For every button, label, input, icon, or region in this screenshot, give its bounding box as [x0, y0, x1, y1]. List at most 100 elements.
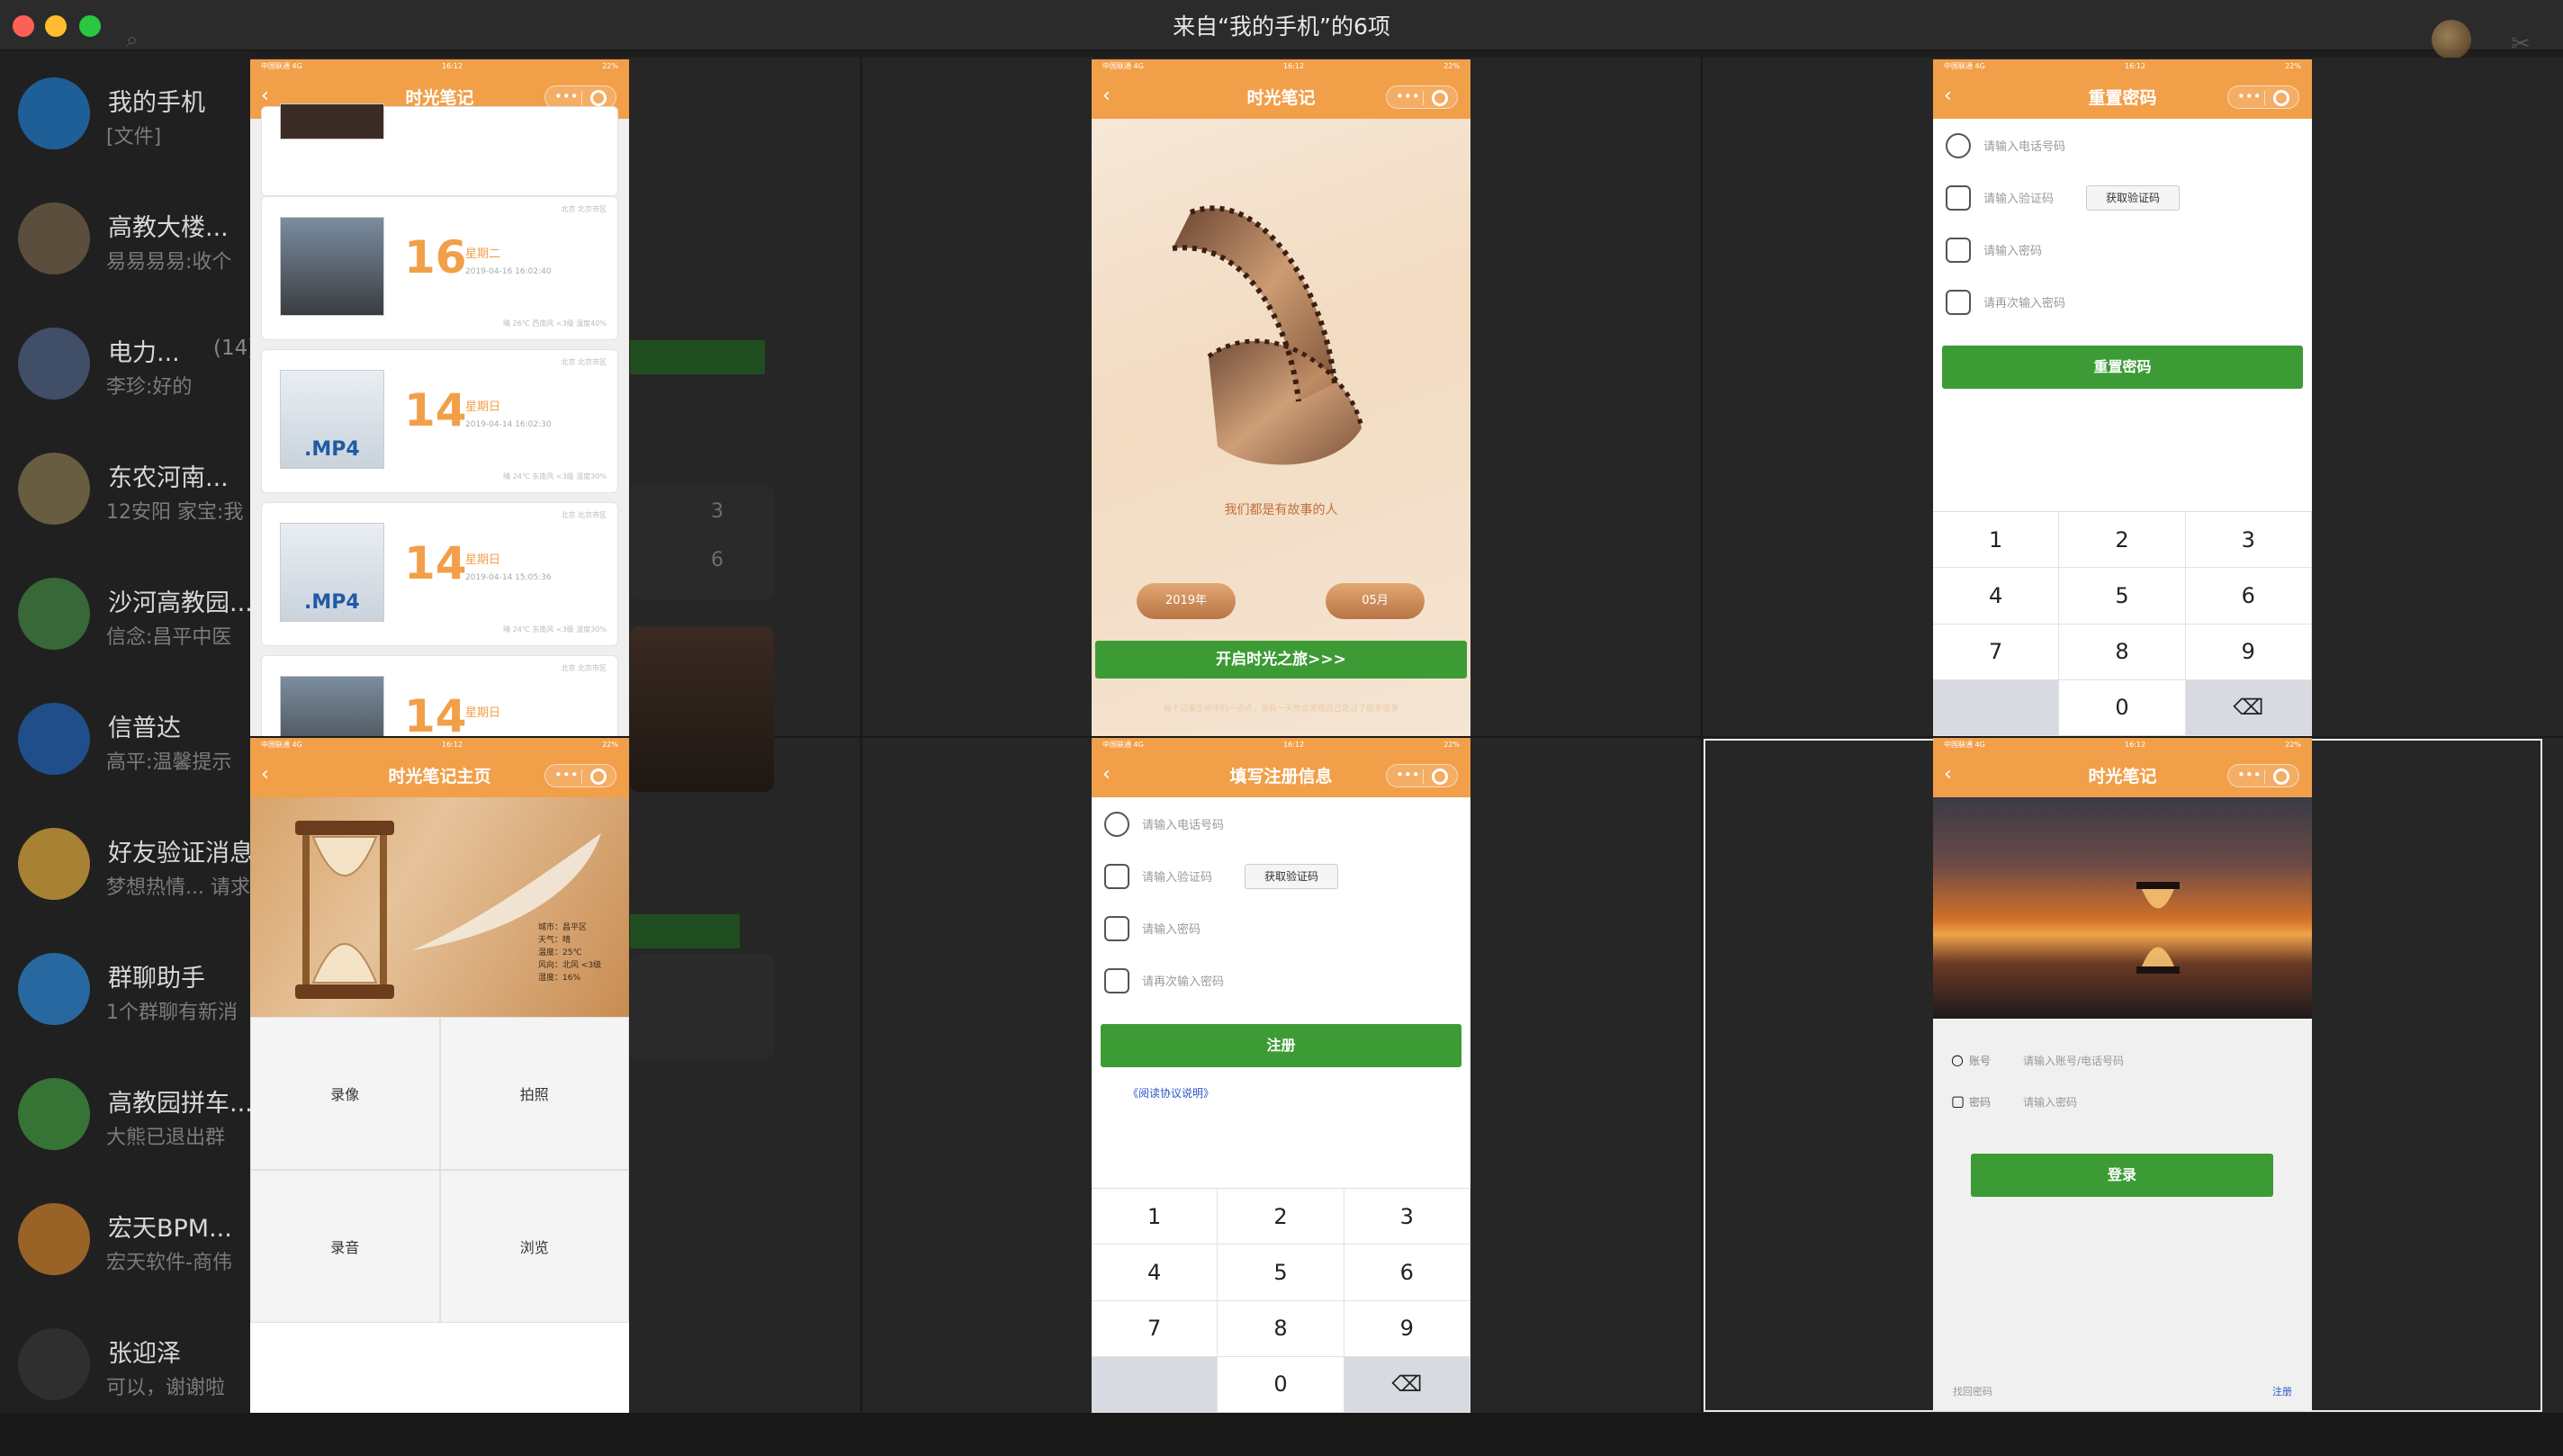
keypad-key[interactable]: 6: [2185, 568, 2312, 625]
last-message: 梦想热情... 请求: [106, 876, 250, 899]
more-icon[interactable]: •••: [2237, 88, 2262, 104]
capsule-menu[interactable]: •••: [2227, 85, 2299, 109]
keypad-key[interactable]: 9: [1344, 1300, 1470, 1357]
feature-tile[interactable]: 浏览: [439, 1170, 629, 1323]
start-journey-button[interactable]: 开启时光之旅>>>: [1095, 641, 1467, 679]
account-input[interactable]: 请输入账号/电话号码: [2023, 1053, 2124, 1068]
note-card[interactable]: .MP4 14 星期日 2019-04-14 15:05:36 晴 24℃ 东南风 <3…: [261, 502, 618, 646]
chat-list-item[interactable]: 宏天BPM... 宏天软件-商伟: [0, 1183, 270, 1300]
feature-tile[interactable]: 拍照: [439, 1017, 629, 1170]
close-icon[interactable]: [590, 768, 607, 785]
keypad-key[interactable]: 1: [1933, 512, 2060, 569]
capsule-menu[interactable]: •••: [1386, 85, 1458, 109]
chat-list-item[interactable]: 信普达 高平:温馨提示: [0, 683, 270, 800]
confirm-password-field[interactable]: 请再次输入密码: [1933, 275, 2312, 328]
close-icon[interactable]: [2273, 768, 2289, 785]
weather-meta: 晴 24℃ 东南风 <3级 湿度30%: [503, 472, 607, 481]
user-icon: ○: [1951, 1051, 1964, 1068]
keypad-key[interactable]: 0: [2059, 679, 2186, 736]
feature-tile[interactable]: 录音: [250, 1170, 440, 1323]
keypad-key[interactable]: 8: [2059, 624, 2186, 680]
code-field[interactable]: 请输入验证码 获取验证码: [1092, 849, 1470, 902]
note-card[interactable]: .MP4 14 星期日 2019-04-14 16:02:30 晴 24℃ 东南风 <3…: [261, 349, 618, 493]
password-field[interactable]: 请输入密码: [1092, 902, 1470, 954]
keypad-key[interactable]: 7: [1092, 1300, 1219, 1357]
phone-screenshot-login[interactable]: 中国联通 4G 16:12 22% ‹ 时光笔记 ••• ○ 账号 请输入账号/…: [1933, 738, 2312, 1411]
register-button[interactable]: 注册: [1101, 1024, 1461, 1067]
keypad-key[interactable]: 5: [1218, 1245, 1344, 1301]
more-icon[interactable]: •••: [554, 767, 579, 783]
code-field[interactable]: 请输入验证码 获取验证码: [1933, 171, 2312, 223]
keypad-key[interactable]: 7: [1933, 624, 2060, 680]
chat-list-item[interactable]: 好友验证消息 梦想热情... 请求: [0, 808, 270, 925]
login-button[interactable]: 登录: [1971, 1154, 2273, 1197]
chat-list-item[interactable]: 东农河南... 12安阳 家宝:我: [0, 433, 270, 550]
list-item[interactable]: [261, 103, 618, 196]
carrier-text: 中国联通 4G: [261, 62, 302, 70]
reset-password-button[interactable]: 重置密码: [1942, 346, 2303, 389]
phone-screenshot-register[interactable]: 中国联通 4G 16:12 22% ‹ 填写注册信息 ••• 请输入电话号码 请…: [1092, 738, 1470, 1413]
more-icon[interactable]: •••: [1396, 88, 1420, 104]
password-field[interactable]: 请输入密码: [1933, 223, 2312, 275]
status-bar: 中国联通 4G 16:12 22%: [1092, 738, 1470, 752]
close-icon[interactable]: [1432, 768, 1448, 785]
keypad-key[interactable]: [1092, 1356, 1219, 1413]
capsule-menu[interactable]: •••: [1386, 764, 1458, 787]
keypad-key[interactable]: 2: [1218, 1189, 1344, 1245]
avatar: [18, 1328, 90, 1400]
chat-list-item[interactable]: 沙河高教园... 信念:昌平中医: [0, 558, 270, 675]
clock-text: 16:12: [1283, 62, 1305, 70]
get-code-button[interactable]: 获取验证码: [2086, 185, 2180, 211]
close-icon[interactable]: [590, 90, 607, 106]
year-picker[interactable]: 2019年: [1137, 583, 1236, 619]
chat-list-item[interactable]: 群聊助手 1个群聊有新消: [0, 933, 270, 1050]
chat-list-item[interactable]: 高教大楼... 易易易易:收个: [0, 183, 270, 300]
keypad-key[interactable]: 4: [1092, 1245, 1219, 1301]
keypad-key[interactable]: 5: [2059, 568, 2186, 625]
phone-screenshot-reset-password[interactable]: 中国联通 4G 16:12 22% ‹ 重置密码 ••• 请输入电话号码 请输入…: [1933, 59, 2312, 736]
phone-field[interactable]: 请输入电话号码: [1933, 119, 2312, 171]
backspace-key[interactable]: ⌫: [1344, 1356, 1470, 1413]
keypad-key[interactable]: 0: [1218, 1356, 1344, 1413]
agreement-link[interactable]: 《阅读协议说明》: [1128, 1085, 1214, 1101]
keypad-key[interactable]: 6: [1344, 1245, 1470, 1301]
keypad-key[interactable]: [1933, 679, 2060, 736]
chat-list-item[interactable]: 高教园拼车... 大熊已退出群: [0, 1058, 270, 1175]
password-input[interactable]: 请输入密码: [2023, 1094, 2077, 1110]
phone-screenshot-splash[interactable]: 中国联通 4G 16:12 22% ‹ 时光笔记 ••• 我们都是有故事的人 2…: [1092, 59, 1470, 736]
feature-tile[interactable]: 录像: [250, 1017, 440, 1170]
register-link[interactable]: 注册: [2272, 1384, 2292, 1398]
chat-list-item[interactable]: 电力... (14) 李珍:好的: [0, 308, 270, 425]
keypad-key[interactable]: 9: [2185, 624, 2312, 680]
note-card[interactable]: 16 星期二 2019-04-16 16:02:40 晴 26℃ 西南风 <3级 湿度…: [261, 196, 618, 340]
get-code-button[interactable]: 获取验证码: [1245, 864, 1338, 889]
phone-field[interactable]: 请输入电话号码: [1092, 797, 1470, 849]
divider: [1423, 91, 1424, 105]
footer-text: 每个记录生命中的一点点，总有一天你会发现自己走过了很多很多: [1163, 705, 1398, 714]
phone-screenshot-home[interactable]: 中国联通 4G 16:12 22% ‹ 时光笔记主页 ••• 城市：昌平区 天气：…: [250, 738, 629, 1413]
keypad-key[interactable]: 4: [1933, 568, 2060, 625]
keypad-key[interactable]: 8: [1218, 1300, 1344, 1357]
capsule-menu[interactable]: •••: [544, 764, 616, 787]
chat-list-item[interactable]: 我的手机 [文件]: [0, 58, 270, 175]
close-icon[interactable]: [1432, 90, 1448, 106]
confirm-password-placeholder: 请再次输入密码: [1142, 975, 1225, 989]
phone-screenshot-notes-list[interactable]: 中国联通 4G 16:12 22% ‹ 时光笔记 ••• 16 星期二 2019-0…: [250, 59, 629, 736]
capsule-menu[interactable]: •••: [2227, 764, 2299, 787]
keypad-key[interactable]: 1: [1092, 1189, 1219, 1245]
forgot-password-link[interactable]: 找回密码: [1953, 1384, 1992, 1398]
chat-list-item[interactable]: 张迎泽 可以，谢谢啦: [0, 1308, 270, 1425]
confirm-password-field[interactable]: 请再次输入密码: [1092, 954, 1470, 1006]
more-icon[interactable]: •••: [1396, 767, 1420, 783]
backspace-key[interactable]: ⌫: [2185, 679, 2312, 736]
more-icon[interactable]: •••: [554, 88, 579, 104]
keypad-key[interactable]: 3: [1344, 1189, 1470, 1245]
more-icon[interactable]: •••: [2237, 767, 2262, 783]
keypad-key[interactable]: 3: [2185, 512, 2312, 569]
month-picker[interactable]: 05月: [1326, 583, 1425, 619]
clock-text: 16:12: [442, 741, 463, 749]
note-card[interactable]: 14 星期日 北京 北京市区: [261, 655, 618, 736]
keypad-key[interactable]: 2: [2059, 512, 2186, 569]
close-icon[interactable]: [2273, 90, 2289, 106]
preview-window: { "window": {"title": "来自“我的手机”的6项"}, "c…: [0, 0, 2563, 1456]
